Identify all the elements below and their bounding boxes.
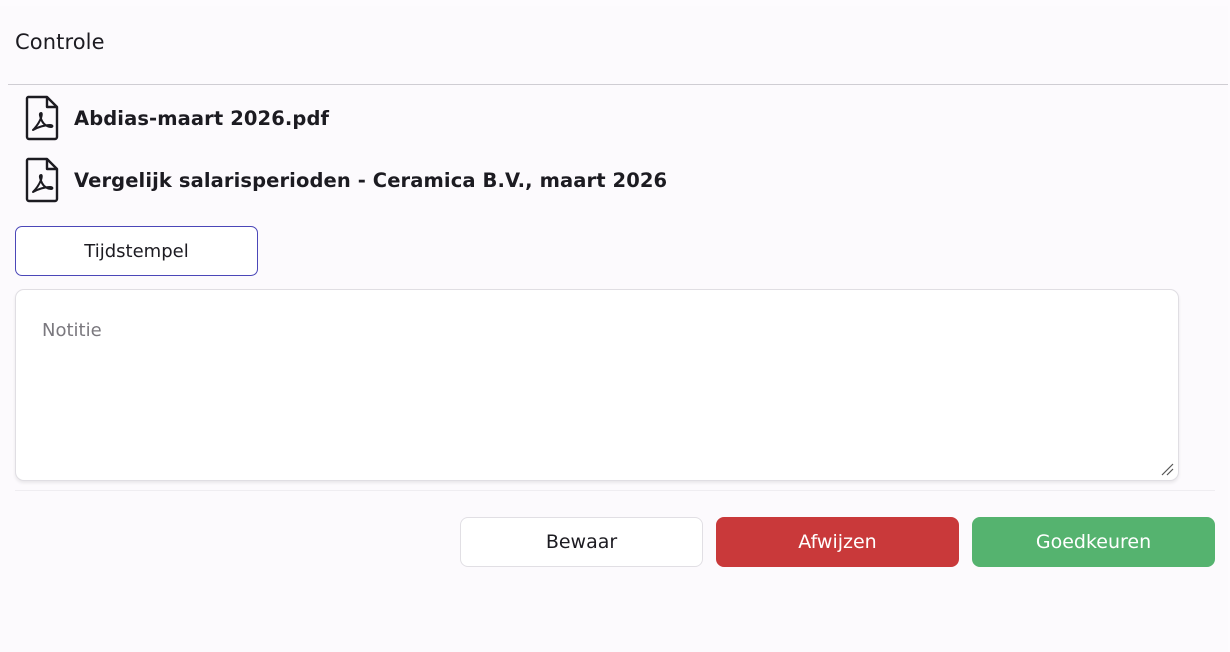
resize-grip-icon[interactable] xyxy=(1160,462,1174,476)
reject-button[interactable]: Afwijzen xyxy=(716,517,959,567)
actions-divider xyxy=(15,490,1215,491)
page-title: Controle xyxy=(15,30,105,54)
file-link-2[interactable]: Vergelijk salarisperioden - Ceramica B.V… xyxy=(24,156,667,204)
save-button[interactable]: Bewaar xyxy=(460,517,703,567)
file-name: Vergelijk salarisperioden - Ceramica B.V… xyxy=(74,168,668,192)
file-name: Abdias-maart 2026.pdf xyxy=(74,106,330,130)
timestamp-button[interactable]: Tijdstempel xyxy=(15,226,258,276)
pdf-file-icon xyxy=(25,95,59,141)
header-divider xyxy=(8,84,1228,85)
file-link-1[interactable]: Abdias-maart 2026.pdf xyxy=(24,94,329,142)
pdf-file-icon xyxy=(25,157,59,203)
note-textarea[interactable] xyxy=(15,289,1179,481)
approve-button[interactable]: Goedkeuren xyxy=(972,517,1215,567)
